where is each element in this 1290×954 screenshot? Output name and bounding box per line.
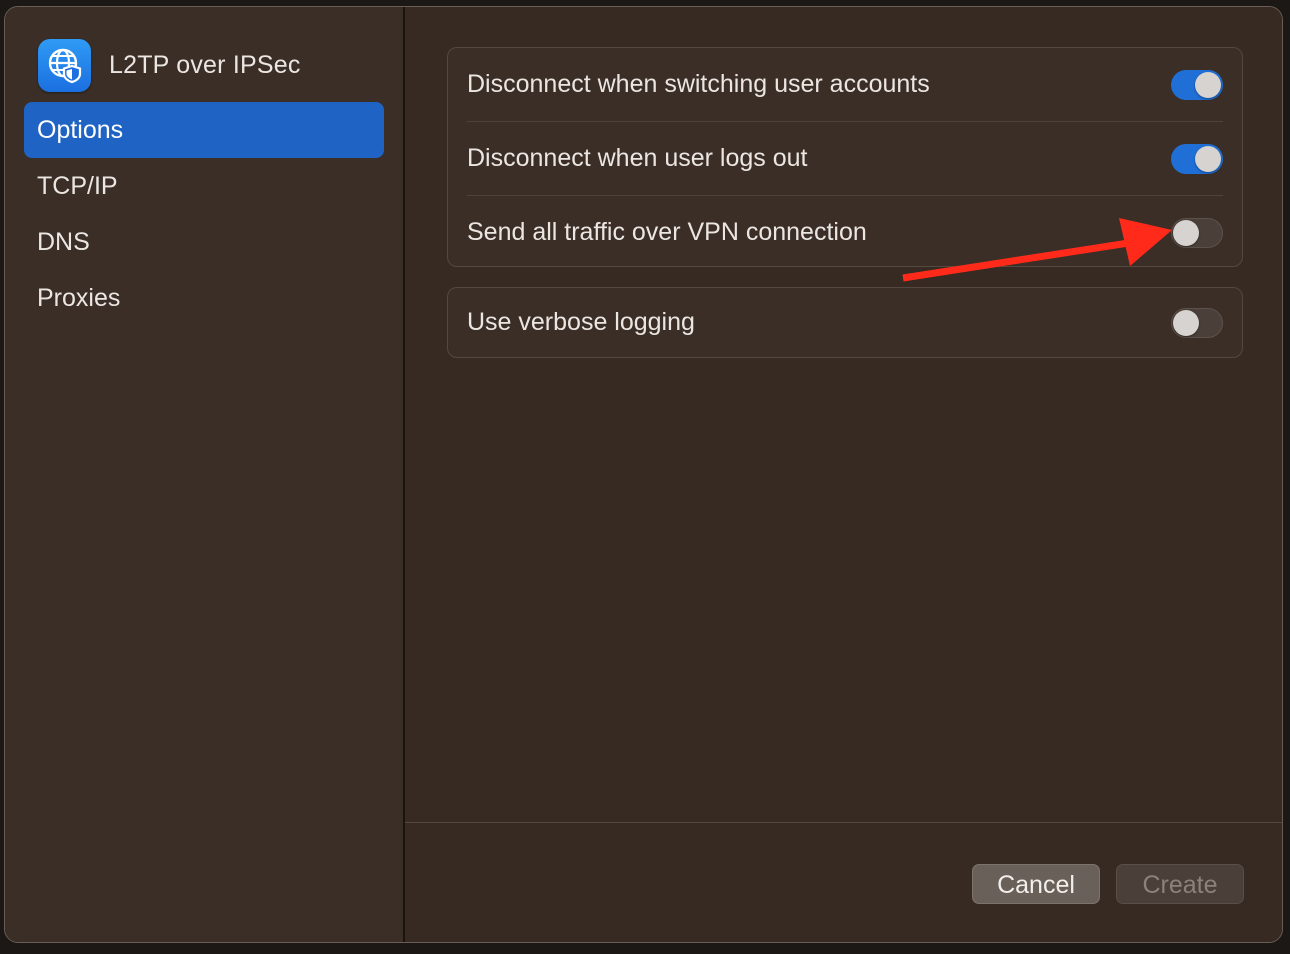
options-panel: Disconnect when switching user accounts … (405, 7, 1282, 942)
sidebar-title: L2TP over IPSec (109, 50, 301, 79)
sidebar-item-options[interactable]: Options (24, 102, 384, 158)
option-label: Use verbose logging (467, 308, 695, 336)
disconnect-logout-toggle[interactable] (1171, 143, 1223, 174)
cancel-button[interactable]: Cancel (972, 864, 1100, 904)
sidebar-item-proxies[interactable]: Proxies (24, 270, 384, 326)
option-label: Disconnect when switching user accounts (467, 70, 930, 98)
sidebar-item-dns[interactable]: DNS (24, 214, 384, 270)
toggle-knob (1195, 71, 1221, 98)
disconnect-options-group: Disconnect when switching user accounts … (447, 47, 1243, 267)
option-label: Send all traffic over VPN connection (467, 218, 867, 246)
create-button[interactable]: Create (1116, 864, 1244, 904)
footer-divider (405, 822, 1282, 823)
sidebar-item-tcpip[interactable]: TCP/IP (24, 158, 384, 214)
option-row: Send all traffic over VPN connection (467, 196, 1223, 269)
toggle-knob (1195, 145, 1221, 172)
option-row: Use verbose logging (467, 288, 1223, 357)
toggle-knob (1173, 219, 1199, 246)
toggle-knob (1173, 309, 1199, 336)
option-label: Disconnect when user logs out (467, 144, 808, 172)
sidebar: L2TP over IPSec Options TCP/IP DNS Proxi… (5, 7, 405, 942)
option-row: Disconnect when user logs out (467, 122, 1223, 196)
sidebar-header: L2TP over IPSec (38, 38, 301, 92)
globe-shield-icon (38, 38, 91, 92)
option-row: Disconnect when switching user accounts (467, 48, 1223, 122)
verbose-logging-toggle[interactable] (1171, 307, 1223, 338)
sidebar-nav: Options TCP/IP DNS Proxies (24, 102, 384, 326)
logging-options-group: Use verbose logging (447, 287, 1243, 358)
disconnect-switching-accounts-toggle[interactable] (1171, 69, 1223, 100)
vpn-configuration-dialog: L2TP over IPSec Options TCP/IP DNS Proxi… (4, 6, 1283, 943)
send-all-traffic-toggle[interactable] (1171, 217, 1223, 248)
